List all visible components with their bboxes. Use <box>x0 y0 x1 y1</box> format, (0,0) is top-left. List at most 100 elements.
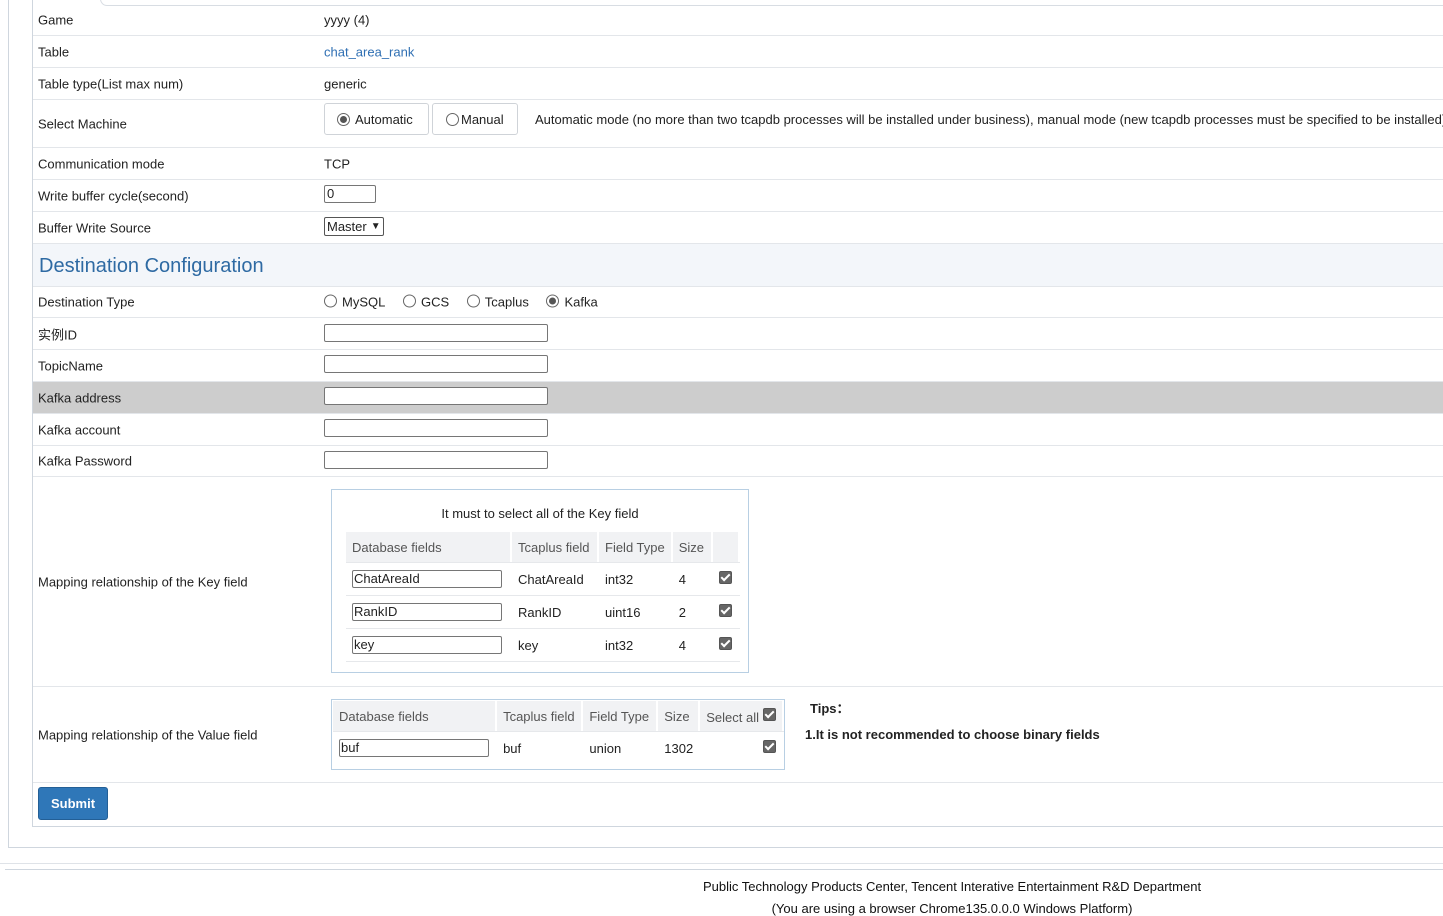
destination-type-label: Destination Type <box>38 294 135 310</box>
value-db-field-input[interactable]: buf <box>339 739 489 757</box>
tips-title: Tips： <box>810 701 850 716</box>
key-db-field-input[interactable]: ChatAreaId <box>352 570 502 588</box>
write-buffer-input[interactable]: 0 <box>324 185 376 203</box>
row-select-machine: Select Machine Automatic Manual Automati… <box>33 100 1443 148</box>
kafka-password-label: Kafka Password <box>38 453 132 469</box>
key-field-type: int32 <box>599 562 673 595</box>
row-kafka-address: Kafka address <box>33 382 1443 414</box>
value-header-select-all: Select all <box>700 701 784 731</box>
table-row: ChatAreaId ChatAreaId int32 4 <box>346 562 740 595</box>
tips-line-1: 1.It is not recommended to choose binary… <box>805 727 1100 742</box>
key-header-tcaplus: Tcaplus field <box>512 532 599 562</box>
value-field-checkbox[interactable] <box>763 740 776 753</box>
key-tcaplus-field: RankID <box>512 595 599 628</box>
row-destination-type: Destination Type MySQL GCS Tcaplus Kafka <box>33 287 1443 318</box>
radio-manual[interactable] <box>446 112 459 126</box>
buffer-source-label: Buffer Write Source <box>38 220 151 235</box>
instance-id-label: 实例ID <box>38 327 78 342</box>
key-field-checkbox[interactable] <box>718 571 732 584</box>
footer-browser-info: (You are using a browser Chrome135.0.0.0… <box>771 901 1133 916</box>
key-mapping-caption: It must to select all of the Key field <box>441 506 639 521</box>
key-field-size: 2 <box>672 595 713 628</box>
key-field-type: int32 <box>599 628 673 662</box>
kafka-password-input[interactable] <box>324 451 548 469</box>
key-tcaplus-field: key <box>512 628 599 662</box>
row-game: Game yyyy (4) <box>33 4 1443 36</box>
footer-department: Public Technology Products Center, Tence… <box>702 879 1202 894</box>
row-topic-name: TopicName <box>33 350 1443 382</box>
kafka-account-label: Kafka account <box>38 422 121 437</box>
key-table-header: Database fields Tcaplus field Field Type… <box>346 532 740 562</box>
key-db-field-input[interactable]: RankID <box>352 603 502 621</box>
key-tcaplus-field: ChatAreaId <box>512 562 599 595</box>
row-write-buffer: Write buffer cycle(second) 0 <box>33 180 1443 212</box>
radio-automatic[interactable] <box>337 112 350 126</box>
buffer-source-value: Master <box>327 219 367 234</box>
select-all-checkbox[interactable] <box>762 707 776 721</box>
key-field-checkbox[interactable] <box>718 637 732 650</box>
chevron-down-icon: ▼ <box>370 221 381 232</box>
submit-button[interactable]: Submit <box>38 787 108 820</box>
value-mapping-label: Mapping relationship of the Value field <box>38 727 258 742</box>
value-mapping-box: Database fields Tcaplus field Field Type… <box>331 699 785 770</box>
kafka-account-input[interactable] <box>324 419 548 437</box>
table-row: buf buf union 1302 <box>333 731 784 764</box>
outer-frame-line <box>8 0 9 848</box>
key-mapping-label: Mapping relationship of the Key field <box>38 574 248 589</box>
row-instance-id: 实例ID <box>33 318 1443 350</box>
row-kafka-account: Kafka account <box>33 414 1443 446</box>
key-db-field-input[interactable]: key <box>352 636 502 654</box>
machine-automatic-label: Automatic <box>355 111 413 127</box>
topic-name-input[interactable] <box>324 355 548 373</box>
value-header-type: Field Type <box>583 701 659 731</box>
destination-section-title: Destination Configuration <box>39 255 264 277</box>
row-comm-mode: Communication mode TCP <box>33 148 1443 180</box>
value-header-tcaplus: Tcaplus field <box>497 701 584 731</box>
footer-divider <box>0 863 1443 864</box>
row-kafka-password: Kafka Password <box>33 446 1443 477</box>
table-row: key key int32 4 <box>346 628 740 662</box>
machine-automatic-option[interactable]: Automatic <box>324 103 429 135</box>
dest-option-tcaplus[interactable]: Tcaplus <box>466 294 529 310</box>
machine-manual-option[interactable]: Manual <box>432 103 518 135</box>
game-label: Game <box>38 12 74 27</box>
dest-option-kafka[interactable]: Kafka <box>546 294 598 310</box>
kafka-address-input[interactable] <box>324 387 548 405</box>
key-field-size: 4 <box>672 628 713 662</box>
select-machine-label: Select Machine <box>38 116 127 131</box>
machine-hint: Automatic mode (no more than two tcapdb … <box>535 112 1443 127</box>
table-label: Table <box>38 44 70 59</box>
value-table-header: Database fields Tcaplus field Field Type… <box>333 701 784 731</box>
machine-manual-label: Manual <box>461 111 504 127</box>
dest-option-gcs[interactable]: GCS <box>402 294 449 310</box>
instance-id-input[interactable] <box>324 324 548 342</box>
table-link[interactable]: chat_area_rank <box>324 44 414 59</box>
outer-frame-bottom <box>8 847 1443 848</box>
key-header-db: Database fields <box>346 532 512 562</box>
key-header-check <box>712 532 740 562</box>
key-field-type: uint16 <box>599 595 673 628</box>
buffer-source-select[interactable]: Master ▼ <box>324 217 384 236</box>
key-mapping-box: It must to select all of the Key field D… <box>331 489 749 673</box>
comm-mode-label: Communication mode <box>38 156 165 171</box>
row-table-type: Table type(List max num) generic <box>33 68 1443 100</box>
key-field-checkbox[interactable] <box>718 604 732 617</box>
value-header-size: Size <box>658 701 701 731</box>
dest-option-mysql[interactable]: MySQL <box>324 294 385 310</box>
kafka-address-label: Kafka address <box>38 390 122 405</box>
key-header-size: Size <box>672 532 713 562</box>
comm-mode-value: TCP <box>324 156 350 171</box>
value-field-size: 1302 <box>658 731 701 764</box>
select-all-label: Select all <box>706 709 760 725</box>
game-value: yyyy (4) <box>324 12 370 27</box>
key-field-size: 4 <box>672 562 713 595</box>
footer-divider-inner <box>5 869 1443 870</box>
row-table: Table chat_area_rank <box>33 36 1443 68</box>
table-row: RankID RankID uint16 2 <box>346 595 740 628</box>
value-mapping-table: Database fields Tcaplus field Field Type… <box>333 701 784 764</box>
topic-name-label: TopicName <box>38 358 104 373</box>
destination-type-radios: MySQL GCS Tcaplus Kafka <box>324 294 612 310</box>
value-header-db: Database fields <box>333 701 498 731</box>
table-type-value: generic <box>324 76 367 91</box>
table-type-label: Table type(List max num) <box>38 76 184 91</box>
